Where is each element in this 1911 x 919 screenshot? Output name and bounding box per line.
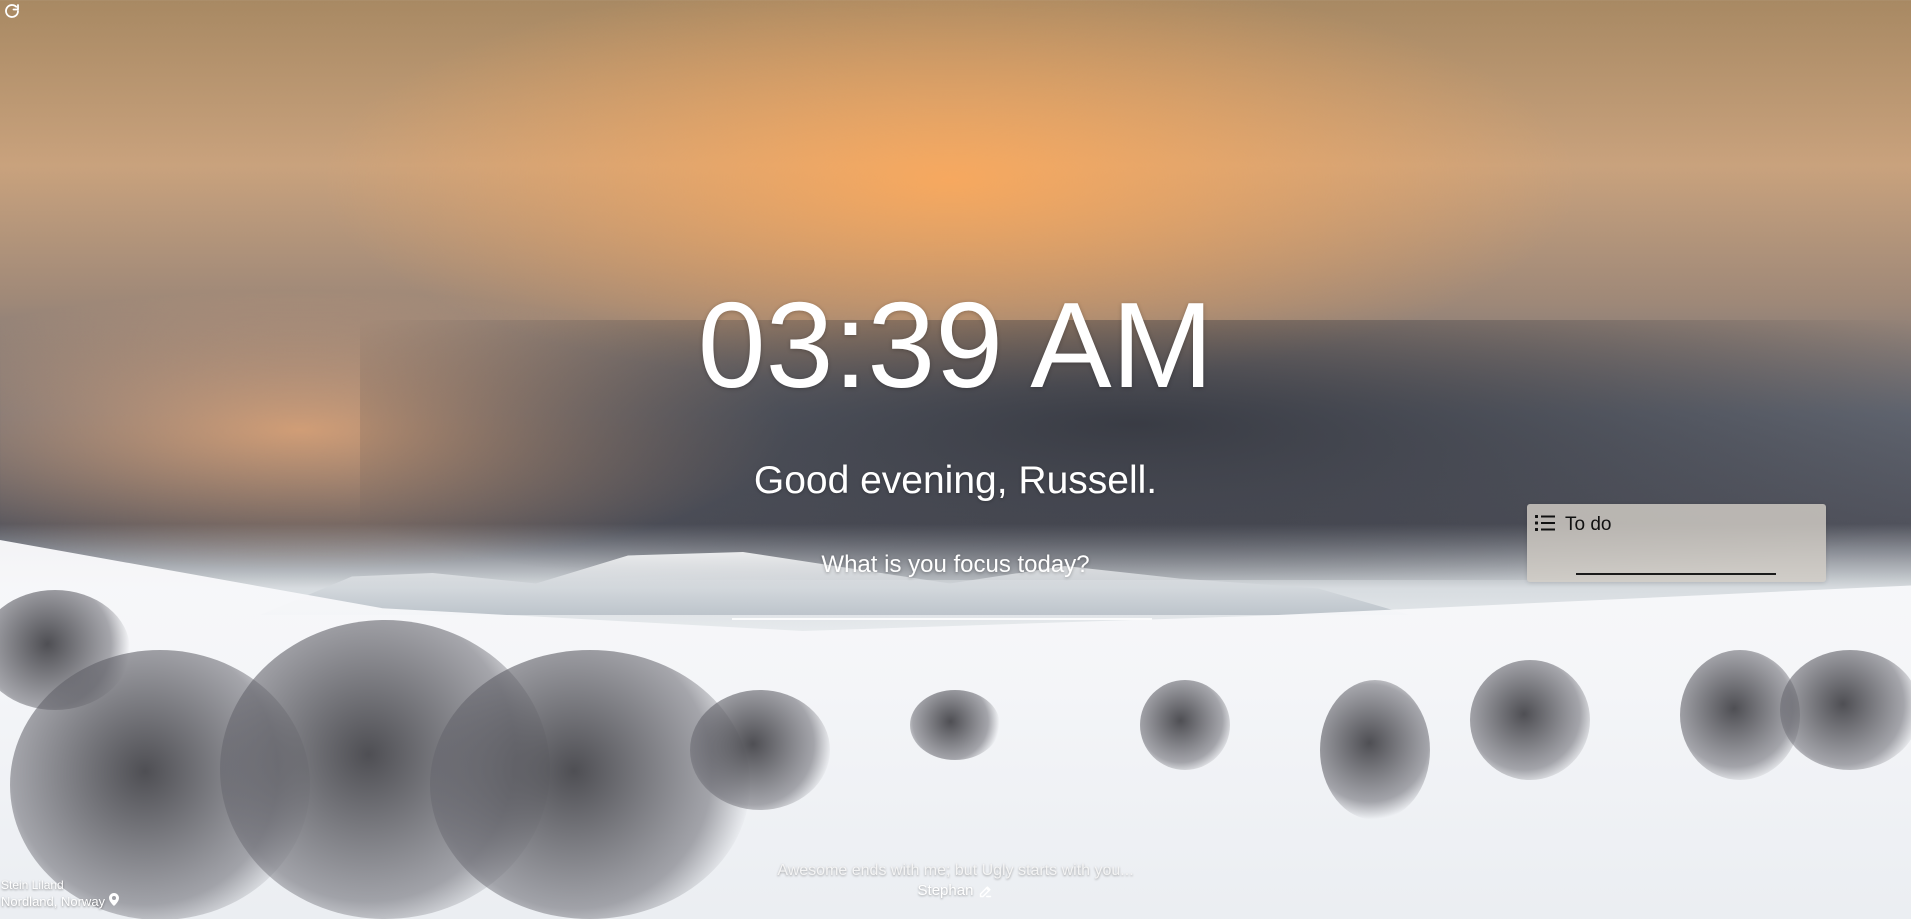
list-icon (1535, 514, 1555, 537)
todo-header: To do (1535, 513, 1611, 537)
quote-author-label: Stephan (917, 882, 974, 899)
todo-panel: To do (1527, 504, 1826, 582)
tree (1470, 660, 1590, 780)
greeting: Good evening, Russell. (753, 459, 1158, 502)
tree (910, 690, 1000, 760)
edit-icon[interactable] (978, 884, 993, 899)
quote-author: Stephan (0, 882, 1911, 900)
refresh-button[interactable] (1, 2, 23, 24)
todo-title: To do (1565, 514, 1612, 535)
refresh-icon (3, 2, 21, 25)
todo-input[interactable] (1576, 553, 1776, 575)
tree (1780, 650, 1911, 770)
tree (1140, 680, 1230, 770)
quote-text: Awesome ends with me; but Ugly starts wi… (777, 862, 1134, 879)
tree (1680, 650, 1800, 780)
tree (690, 690, 830, 810)
clock: 03:39 AM (697, 277, 1214, 413)
tree (0, 590, 130, 710)
focus-input[interactable] (732, 598, 1152, 620)
tree (1320, 680, 1430, 820)
